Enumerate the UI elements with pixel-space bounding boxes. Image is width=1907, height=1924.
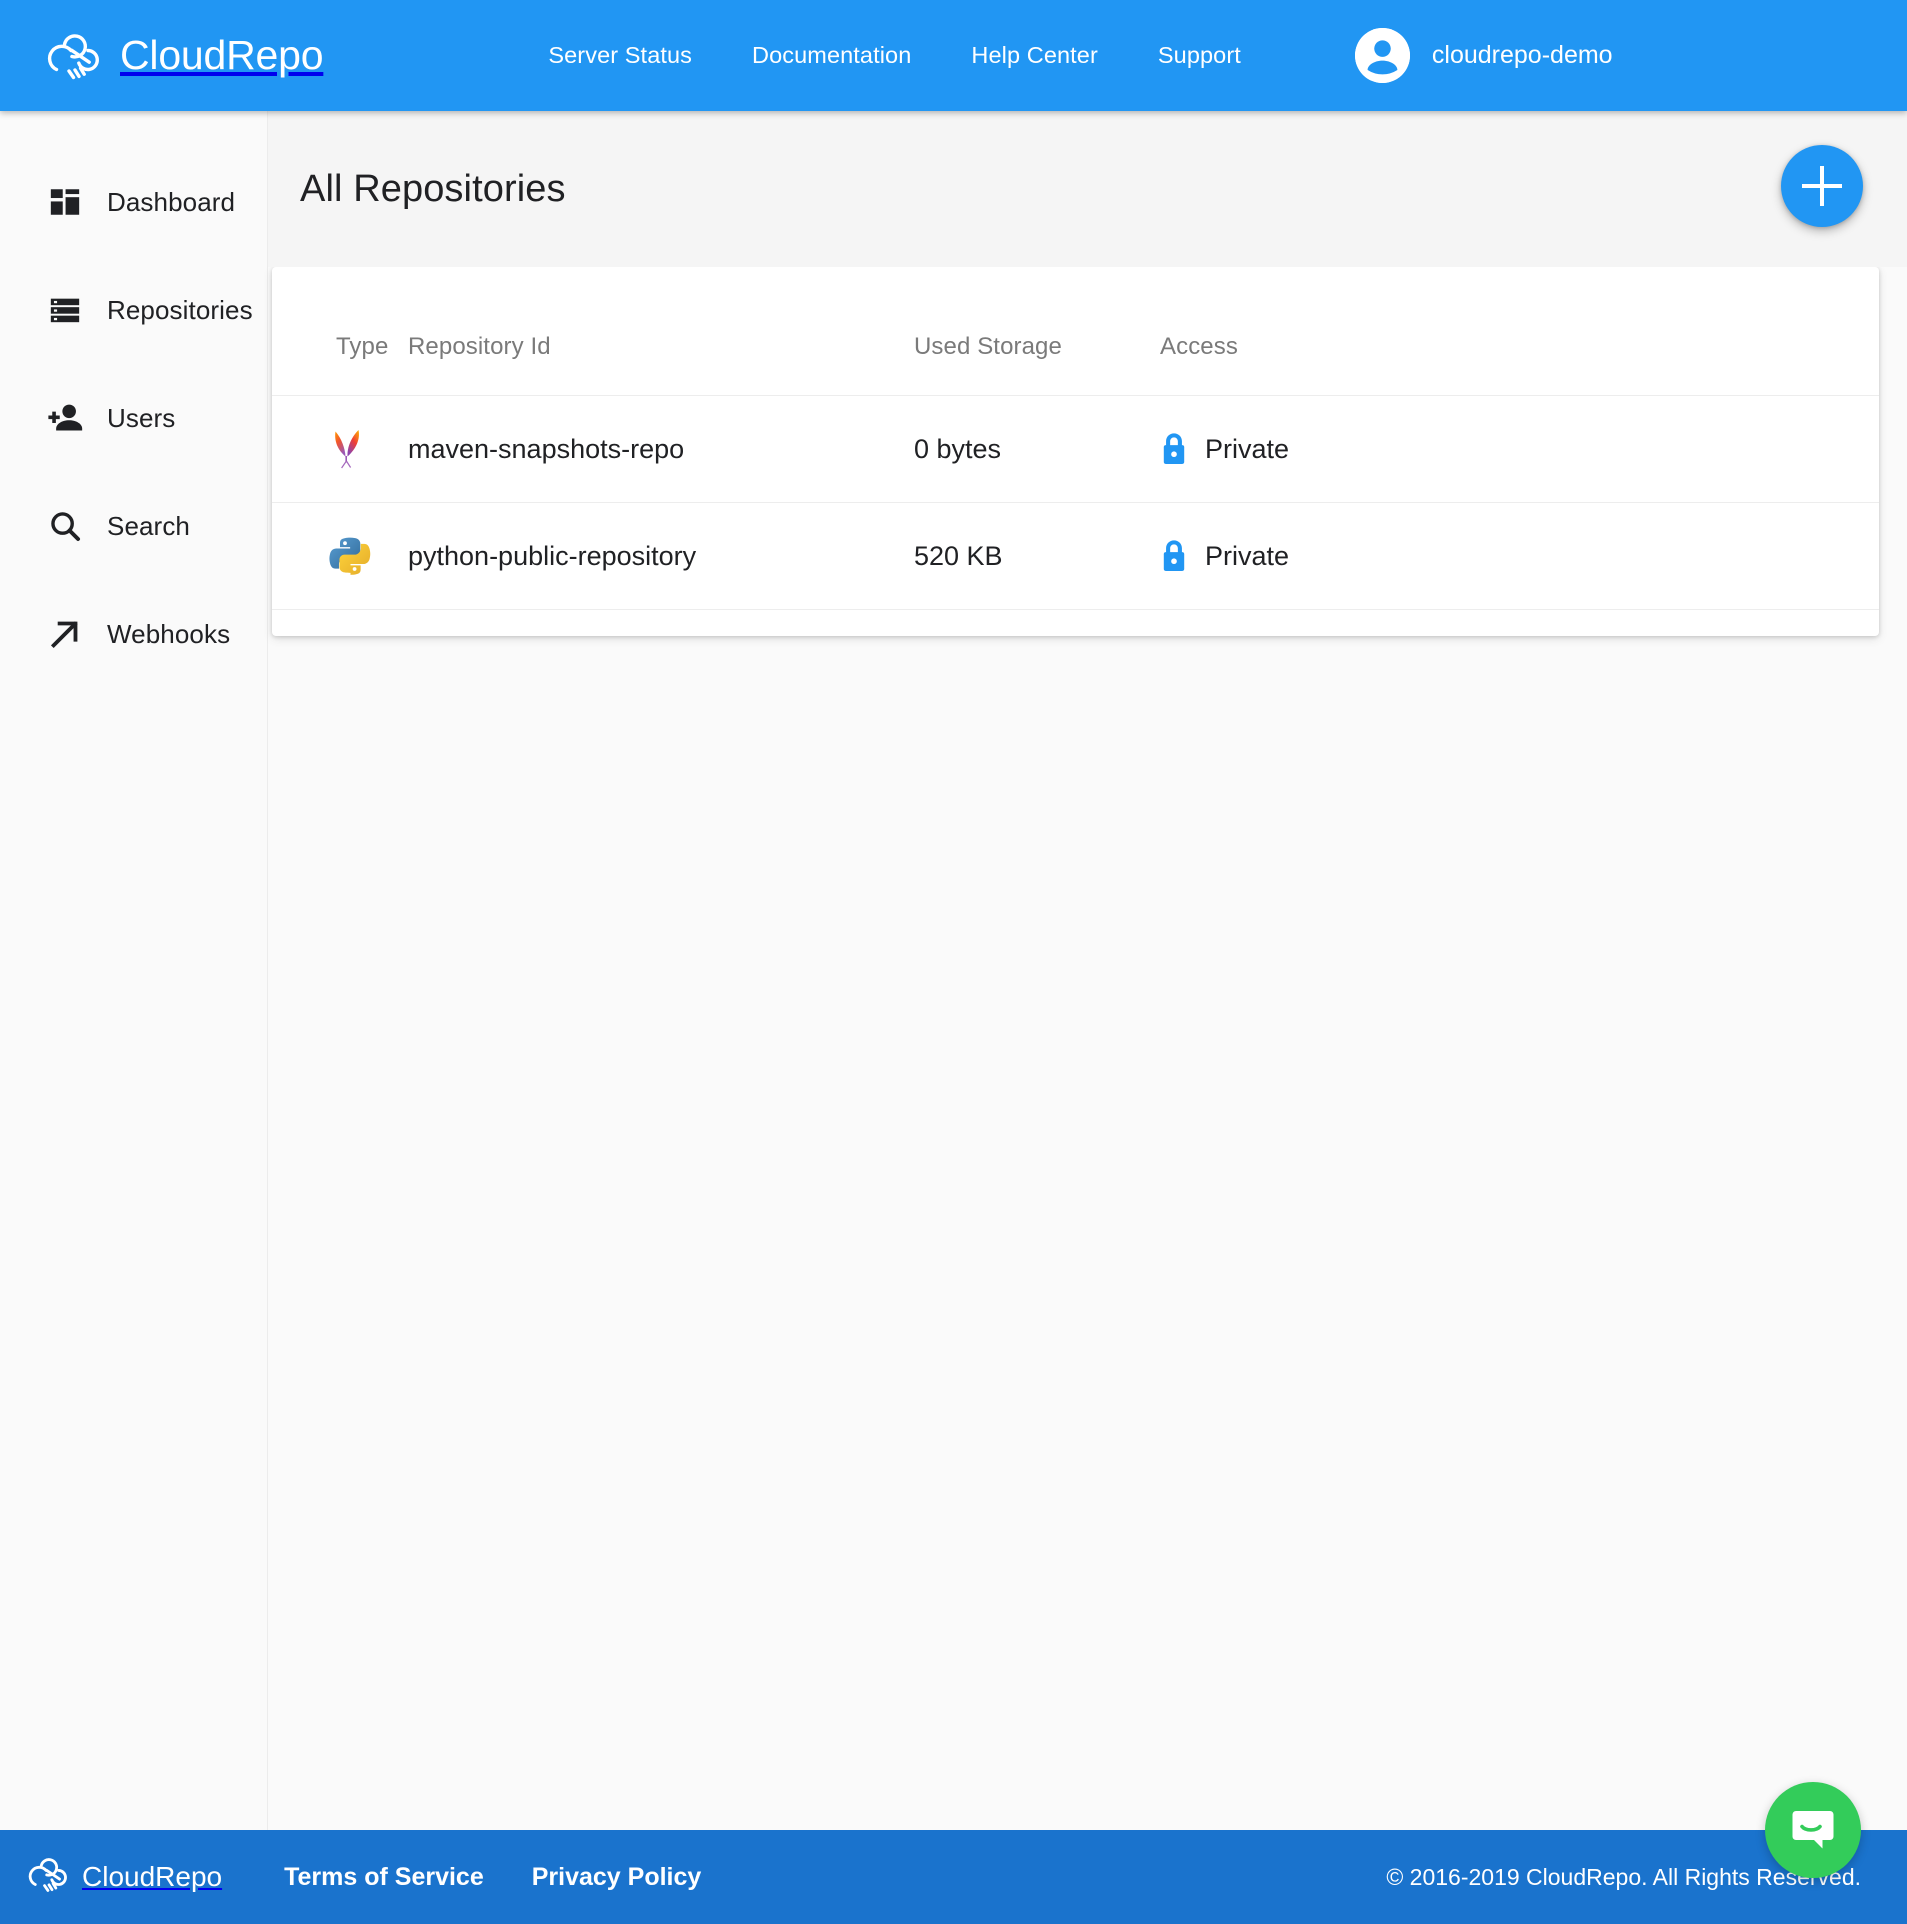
account-name: cloudrepo-demo (1432, 41, 1613, 70)
access-label: Private (1205, 434, 1289, 465)
table-row[interactable]: maven-snapshots-repo 0 bytes (272, 396, 1879, 503)
footer-link-privacy-policy[interactable]: Privacy Policy (508, 1863, 726, 1892)
brand-logo-link[interactable]: CloudRepo (44, 30, 323, 82)
column-header-storage: Used Storage (914, 311, 1160, 396)
cell-type (272, 396, 408, 503)
footer-link-terms-of-service[interactable]: Terms of Service (260, 1863, 508, 1892)
repositories-table: Type Repository Id Used Storage Access (272, 311, 1879, 610)
column-header-type: Type (272, 311, 408, 396)
cloudrepo-cloud-logo-icon (44, 30, 106, 82)
nav-link-server-status[interactable]: Server Status (518, 42, 722, 69)
brand-name: CloudRepo (120, 35, 323, 76)
content-header: All Repositories (268, 111, 1907, 267)
footer-brand-link[interactable]: CloudRepo (26, 1855, 222, 1899)
table-body: maven-snapshots-repo 0 bytes (272, 396, 1879, 610)
nav-link-help-center[interactable]: Help Center (941, 42, 1128, 69)
sidebar-item-search[interactable]: Search (0, 495, 267, 557)
table-header-row: Type Repository Id Used Storage Access (272, 311, 1879, 396)
sidebar-item-repositories[interactable]: Repositories (0, 279, 267, 341)
body-container: Dashboard Repositories (0, 111, 1907, 1830)
cell-repository-id: maven-snapshots-repo (408, 396, 914, 503)
nav-link-support[interactable]: Support (1128, 42, 1271, 69)
sidebar-item-label: Users (107, 403, 175, 434)
lock-icon (1160, 539, 1188, 573)
access-label: Private (1205, 541, 1289, 572)
status-badge: Private (1160, 432, 1879, 466)
table-row[interactable]: python-public-repository 520 KB (272, 503, 1879, 610)
cell-used-storage: 0 bytes (914, 396, 1160, 503)
sidebar-item-label: Repositories (107, 295, 253, 326)
status-badge: Private (1160, 539, 1879, 573)
chat-launcher-button[interactable] (1765, 1782, 1861, 1878)
storage-icon (46, 291, 84, 329)
cloudrepo-cloud-logo-icon (26, 1855, 72, 1899)
sidebar-item-users[interactable]: Users (0, 387, 267, 449)
top-nav-links: Server Status Documentation Help Center … (518, 42, 1271, 69)
sidebar-item-label: Search (107, 511, 190, 542)
main-content: All Repositories Type Repository Id Used… (268, 111, 1907, 1830)
app-root: CloudRepo Server Status Documentation He… (0, 0, 1907, 1924)
column-header-repo-id: Repository Id (408, 311, 914, 396)
account-circle-icon (1355, 28, 1410, 83)
arrow-outward-icon (46, 615, 84, 653)
account-menu[interactable]: cloudrepo-demo (1355, 28, 1613, 83)
dashboard-icon (46, 183, 84, 221)
top-navigation-bar: CloudRepo Server Status Documentation He… (0, 0, 1907, 111)
add-repository-button[interactable] (1781, 145, 1863, 227)
sidebar-item-label: Dashboard (107, 187, 235, 218)
lock-icon (1160, 432, 1188, 466)
cell-access: Private (1160, 503, 1879, 610)
cell-type (272, 503, 408, 610)
person-add-icon (46, 399, 84, 437)
plus-icon (1802, 166, 1842, 206)
table-head: Type Repository Id Used Storage Access (272, 311, 1879, 396)
python-logo-icon (328, 533, 408, 579)
footer-brand-name: CloudRepo (82, 1861, 222, 1893)
footer-links: Terms of Service Privacy Policy (260, 1863, 725, 1892)
cell-access: Private (1160, 396, 1879, 503)
chat-bubble-icon (1787, 1803, 1839, 1858)
sidebar-item-webhooks[interactable]: Webhooks (0, 603, 267, 665)
repositories-card: Type Repository Id Used Storage Access (272, 267, 1879, 636)
search-icon (46, 507, 84, 545)
column-header-access: Access (1160, 311, 1879, 396)
cell-repository-id: python-public-repository (408, 503, 914, 610)
page-title: All Repositories (300, 168, 566, 211)
apache-maven-feather-icon (328, 426, 408, 472)
sidebar-item-dashboard[interactable]: Dashboard (0, 171, 267, 233)
page-footer: CloudRepo Terms of Service Privacy Polic… (0, 1830, 1907, 1924)
sidebar-item-label: Webhooks (107, 619, 230, 650)
cell-used-storage: 520 KB (914, 503, 1160, 610)
nav-link-documentation[interactable]: Documentation (722, 42, 941, 69)
sidebar: Dashboard Repositories (0, 111, 268, 1830)
